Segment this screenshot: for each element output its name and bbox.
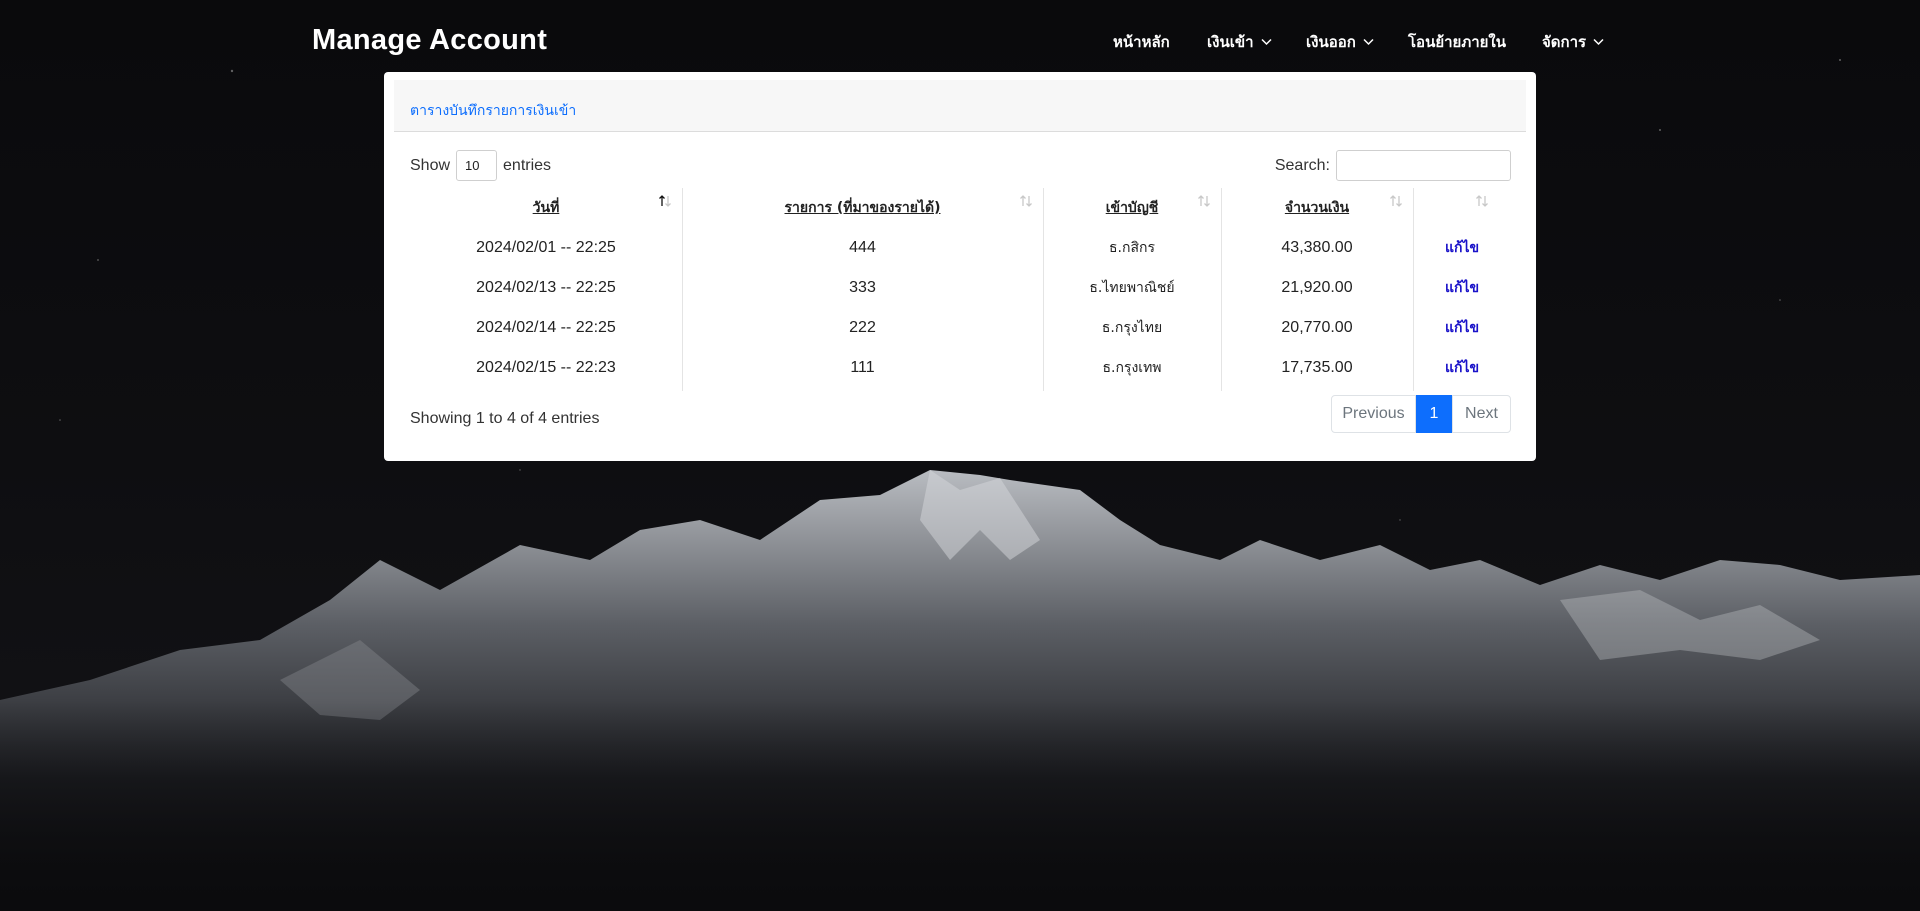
edit-link[interactable]: แก้ไข bbox=[1445, 277, 1479, 299]
cell-amount: 43,380.00 bbox=[1281, 239, 1353, 256]
cell-date: 2024/02/15 -- 22:23 bbox=[476, 359, 616, 376]
next-page-button[interactable]: Next bbox=[1452, 395, 1511, 433]
cell-account: ธ.กรุงไทย bbox=[1101, 320, 1163, 336]
edit-link[interactable]: แก้ไข bbox=[1445, 237, 1479, 259]
nav-item-label: เงินเข้า bbox=[1207, 33, 1254, 51]
column-header-label: เข้าบัญชี bbox=[1105, 200, 1159, 216]
edit-link[interactable]: แก้ไข bbox=[1445, 357, 1479, 379]
search-label: Search: bbox=[1274, 156, 1330, 174]
cell-amount: 20,770.00 bbox=[1281, 319, 1353, 336]
nav-item-income[interactable]: เงินเข้า bbox=[1207, 30, 1272, 54]
edit-link[interactable]: แก้ไข bbox=[1445, 317, 1479, 339]
sort-icon bbox=[1198, 195, 1210, 207]
column-header-label: รายการ (ที่มาของรายได้) bbox=[784, 200, 941, 216]
cell-account: ธ.กรุงเทพ bbox=[1102, 360, 1162, 376]
nav-item-expense[interactable]: เงินออก bbox=[1306, 30, 1374, 54]
column-header-action[interactable] bbox=[1413, 188, 1511, 228]
sort-ascending-icon bbox=[659, 195, 671, 207]
entries-label: entries bbox=[503, 156, 552, 174]
chevron-down-icon bbox=[1593, 38, 1604, 46]
income-table-card: ตารางบันทึกรายการเงินเข้า Show 10 entrie… bbox=[384, 72, 1536, 461]
previous-page-button[interactable]: Previous bbox=[1331, 395, 1416, 433]
nav-item-label: จัดการ bbox=[1542, 33, 1587, 51]
cell-amount: 17,735.00 bbox=[1281, 359, 1353, 376]
cell-item: 333 bbox=[849, 279, 876, 296]
chevron-down-icon bbox=[1363, 38, 1374, 46]
sort-icon bbox=[1476, 195, 1488, 207]
nav-item-label: หน้าหลัก bbox=[1113, 33, 1170, 51]
cell-item: 222 bbox=[849, 319, 876, 336]
table-row: 2024/02/01 -- 22:25 444 ธ.กสิกร 43,380.0… bbox=[410, 228, 1511, 268]
sort-icon bbox=[1020, 195, 1032, 207]
cell-account: ธ.กสิกร bbox=[1108, 240, 1155, 256]
column-header-label: จำนวนเงิน bbox=[1284, 200, 1350, 216]
chevron-down-icon bbox=[1260, 38, 1272, 46]
cell-date: 2024/02/01 -- 22:25 bbox=[476, 239, 616, 256]
income-table: วันที่ รายการ (ที่มาของรายได้) เข้าบัญชี… bbox=[410, 188, 1511, 388]
nav-item-label: โอนย้ายภายใน bbox=[1408, 33, 1506, 51]
nav-item-label: เงินออก bbox=[1306, 33, 1356, 51]
nav-item-home[interactable]: หน้าหลัก bbox=[1113, 30, 1170, 54]
search-input[interactable] bbox=[1336, 150, 1511, 181]
table-row: 2024/02/13 -- 22:25 333 ธ.ไทยพาณิชย์ 21,… bbox=[410, 268, 1511, 308]
cell-date: 2024/02/13 -- 22:25 bbox=[476, 279, 616, 296]
entries-select[interactable]: 10 bbox=[456, 150, 498, 181]
column-header-account[interactable]: เข้าบัญชี bbox=[1043, 188, 1221, 228]
column-header-label: วันที่ bbox=[532, 200, 560, 216]
pagination: Previous 1 Next bbox=[1331, 395, 1511, 433]
show-label: Show bbox=[410, 156, 451, 174]
page-1-button[interactable]: 1 bbox=[1416, 395, 1452, 433]
column-header-amount[interactable]: จำนวนเงิน bbox=[1221, 188, 1413, 228]
column-header-item[interactable]: รายการ (ที่มาของรายได้) bbox=[682, 188, 1043, 228]
table-row: 2024/02/14 -- 22:25 222 ธ.กรุงไทย 20,770… bbox=[410, 308, 1511, 348]
top-nav: หน้าหลัก เงินเข้า เงินออก โอนย้ายภายใน จ… bbox=[0, 30, 1920, 54]
sort-icon bbox=[1390, 195, 1402, 207]
cell-date: 2024/02/14 -- 22:25 bbox=[476, 319, 616, 336]
table-info: Showing 1 to 4 of 4 entries bbox=[410, 410, 600, 427]
table-header-row: วันที่ รายการ (ที่มาของรายได้) เข้าบัญชี… bbox=[410, 188, 1511, 228]
table-row: 2024/02/15 -- 22:23 111 ธ.กรุงเทพ 17,735… bbox=[410, 348, 1511, 388]
nav-item-transfer[interactable]: โอนย้ายภายใน bbox=[1408, 30, 1506, 54]
cell-item: 111 bbox=[850, 359, 875, 376]
search-control: Search: bbox=[1275, 150, 1511, 181]
cell-amount: 21,920.00 bbox=[1281, 279, 1353, 296]
entries-length-control: Show 10 entries bbox=[410, 150, 551, 181]
card-title: ตารางบันทึกรายการเงินเข้า bbox=[410, 103, 577, 119]
column-header-date[interactable]: วันที่ bbox=[410, 188, 682, 228]
nav-item-manage[interactable]: จัดการ bbox=[1542, 30, 1604, 54]
cell-account: ธ.ไทยพาณิชย์ bbox=[1089, 280, 1175, 296]
cell-item: 444 bbox=[849, 239, 876, 256]
